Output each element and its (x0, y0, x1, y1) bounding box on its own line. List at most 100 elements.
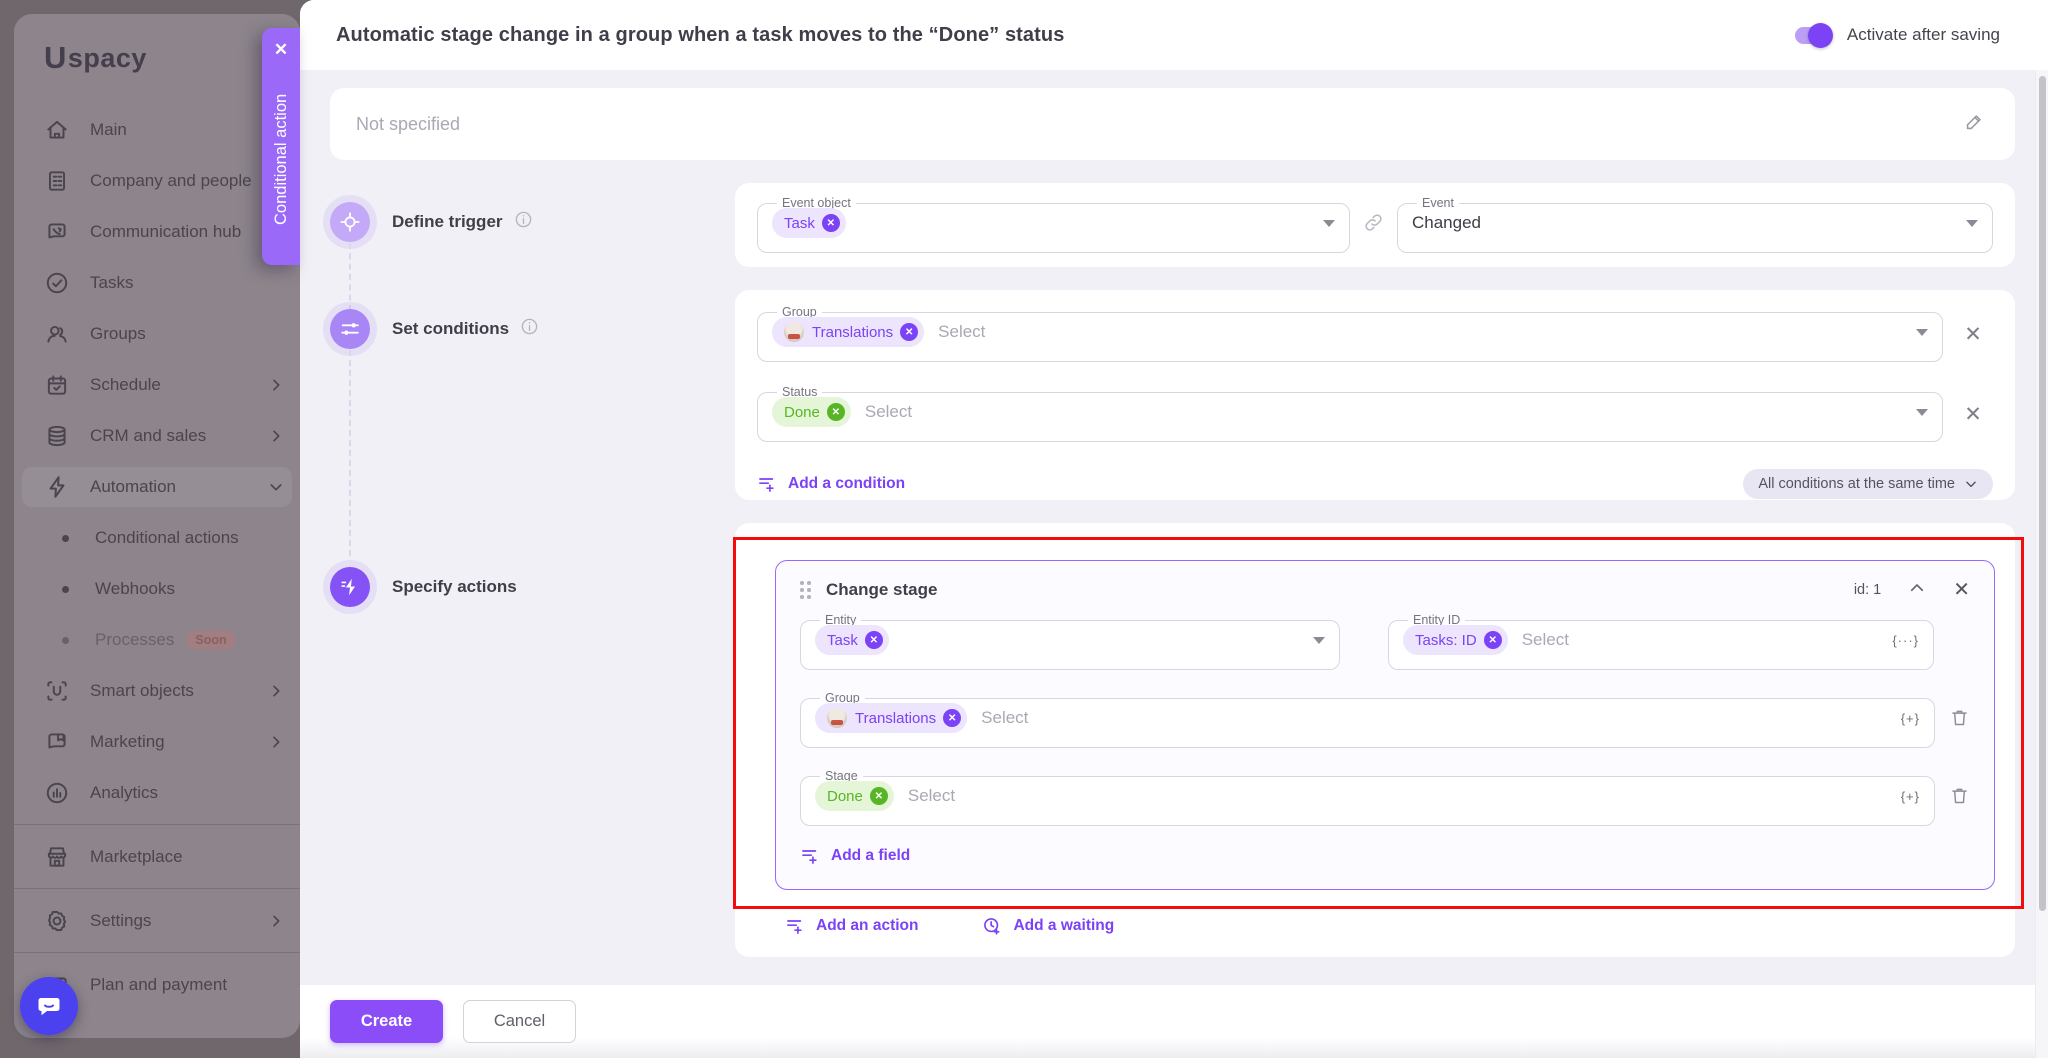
insert-value-icon[interactable]: {+} (1901, 789, 1920, 804)
add-field-button[interactable]: Add a field (800, 846, 910, 866)
edit-pencil-icon[interactable] (1963, 111, 1985, 138)
conditions-mode-dropdown[interactable]: All conditions at the same time (1743, 469, 1993, 499)
chat-launcher-button[interactable] (20, 977, 78, 1035)
calendar-icon (44, 372, 70, 398)
sidebar-divider (14, 952, 300, 953)
automation-name-field[interactable]: Not specified (330, 88, 2015, 160)
chevron-right-icon (268, 377, 284, 393)
sidebar-item-settings[interactable]: Settings (22, 901, 292, 941)
entity-id-select[interactable]: Entity ID Tasks: ID ✕ Select {···} (1388, 614, 1934, 670)
panel-header: Automatic stage change in a group when a… (300, 0, 2048, 70)
sidebar-item-tasks[interactable]: Tasks (22, 263, 292, 303)
sidebar-item-groups[interactable]: Groups (22, 314, 292, 354)
chip-remove-icon[interactable]: ✕ (900, 323, 918, 341)
soon-badge: Soon (186, 630, 235, 650)
trash-icon[interactable] (1949, 707, 1970, 733)
translations-chip[interactable]: Translations ✕ (772, 317, 924, 347)
action-group-select[interactable]: Group Translations ✕ Select {+} (800, 692, 1935, 748)
scrollbar-thumb[interactable] (2039, 76, 2046, 911)
toggle-knob (1808, 23, 1833, 48)
panel-body: Not specified Define trigger (300, 70, 2048, 985)
actions-card: Change stage id: 1 ✕ Entity Task (735, 523, 2015, 957)
cancel-button[interactable]: Cancel (463, 1000, 576, 1043)
sidebar-item-conditional-actions[interactable]: Conditional actions (22, 518, 292, 558)
entity-select[interactable]: Entity Task ✕ (800, 614, 1340, 670)
sidebar-item-smart-objects[interactable]: Smart objects (22, 671, 292, 711)
task-chip[interactable]: Task ✕ (815, 625, 889, 655)
event-select[interactable]: Event Changed (1397, 197, 1993, 253)
chip-remove-icon[interactable]: ✕ (822, 214, 840, 232)
activate-toggle[interactable] (1795, 27, 1831, 44)
add-action-button[interactable]: Add an action (785, 916, 918, 936)
conditional-action-drawer-tab[interactable]: ✕ Conditional action (262, 28, 300, 265)
drag-handle-icon[interactable] (800, 581, 811, 599)
chip-remove-icon[interactable]: ✕ (943, 709, 961, 727)
translations-chip[interactable]: Translations ✕ (815, 703, 967, 733)
done-chip[interactable]: Done ✕ (772, 397, 851, 427)
dropdown-caret-icon[interactable] (1323, 220, 1335, 227)
dropdown-caret-icon[interactable] (1966, 220, 1978, 227)
dropdown-caret-icon[interactable] (1916, 329, 1928, 336)
trigger-section: Define trigger Event object Task ✕ (330, 183, 2015, 267)
sidebar-item-webhooks[interactable]: Webhooks (22, 569, 292, 609)
trigger-card: Event object Task ✕ Event Chang (735, 183, 2015, 267)
trash-icon[interactable] (1949, 785, 1970, 811)
event-object-select[interactable]: Event object Task ✕ (757, 197, 1350, 253)
select-placeholder: Select (1522, 630, 1569, 650)
collapse-chevron-up-icon[interactable] (1908, 579, 1926, 602)
group-avatar (827, 708, 847, 728)
chip-remove-icon[interactable]: ✕ (865, 631, 883, 649)
variables-icon[interactable]: {···} (1892, 633, 1919, 648)
chip-remove-icon[interactable]: ✕ (827, 403, 845, 421)
action-field-group: Group Translations ✕ Select {+} (800, 692, 1970, 748)
sidebar-item-crm-and-sales[interactable]: CRM and sales (22, 416, 292, 456)
chip-remove-icon[interactable]: ✕ (870, 787, 888, 805)
insert-value-icon[interactable]: {+} (1901, 711, 1920, 726)
chat-bubble-icon (34, 991, 64, 1021)
dropdown-caret-icon[interactable] (1916, 409, 1928, 416)
remove-action-icon[interactable]: ✕ (1953, 580, 1970, 600)
sidebar-item-marketplace[interactable]: Marketplace (22, 837, 292, 877)
sidebar-item-company-and-people[interactable]: Company and people (22, 161, 292, 201)
communication-icon (44, 219, 70, 245)
scrollbar-track[interactable] (2035, 70, 2048, 1058)
home-icon (44, 117, 70, 143)
action-id: id: 1 (1854, 582, 1881, 598)
chip-remove-icon[interactable]: ✕ (1484, 631, 1502, 649)
sidebar-item-main[interactable]: Main (22, 110, 292, 150)
sidebar-divider (14, 824, 300, 825)
condition-group-select[interactable]: Group Translations ✕ Select (757, 306, 1943, 362)
chevron-right-icon (268, 428, 284, 444)
dropdown-caret-icon[interactable] (1313, 637, 1325, 644)
info-icon[interactable] (520, 317, 539, 341)
action-stage-select[interactable]: Stage Done ✕ Select {+} (800, 770, 1935, 826)
condition-status-select[interactable]: Status Done ✕ Select (757, 386, 1943, 442)
add-condition-button[interactable]: Add a condition (757, 474, 905, 494)
uspacy-logo-mark: U (44, 40, 67, 76)
name-placeholder: Not specified (356, 114, 460, 135)
uspacy-logo[interactable]: Uspacy (14, 40, 300, 76)
action-title: Change stage (826, 580, 937, 600)
remove-condition-icon[interactable]: ✕ (1953, 402, 1993, 427)
remove-condition-icon[interactable]: ✕ (1953, 322, 1993, 347)
close-icon[interactable]: ✕ (274, 41, 288, 58)
sidebar-item-schedule[interactable]: Schedule (22, 365, 292, 405)
tasks-icon (44, 270, 70, 296)
tasks-id-chip[interactable]: Tasks: ID ✕ (1403, 625, 1508, 655)
add-waiting-button[interactable]: Add a waiting (982, 916, 1114, 936)
info-icon[interactable] (514, 210, 533, 234)
sidebar-item-processes: Processes Soon (22, 620, 292, 660)
sidebar-item-marketing[interactable]: Marketing (22, 722, 292, 762)
sidebar-item-analytics[interactable]: Analytics (22, 773, 292, 813)
done-chip[interactable]: Done ✕ (815, 781, 894, 811)
conditions-sliders-icon (330, 309, 370, 349)
chevron-down-icon (1964, 477, 1978, 491)
event-label: Event (1417, 197, 1459, 210)
trigger-target-icon (330, 202, 370, 242)
sidebar-item-communication-hub[interactable]: Communication hub (22, 212, 292, 252)
create-button[interactable]: Create (330, 1000, 443, 1043)
sidebar-divider (14, 888, 300, 889)
sidebar-item-automation[interactable]: Automation (22, 467, 292, 507)
task-chip[interactable]: Task ✕ (772, 208, 846, 238)
conditions-section-title: Set conditions (392, 319, 509, 339)
